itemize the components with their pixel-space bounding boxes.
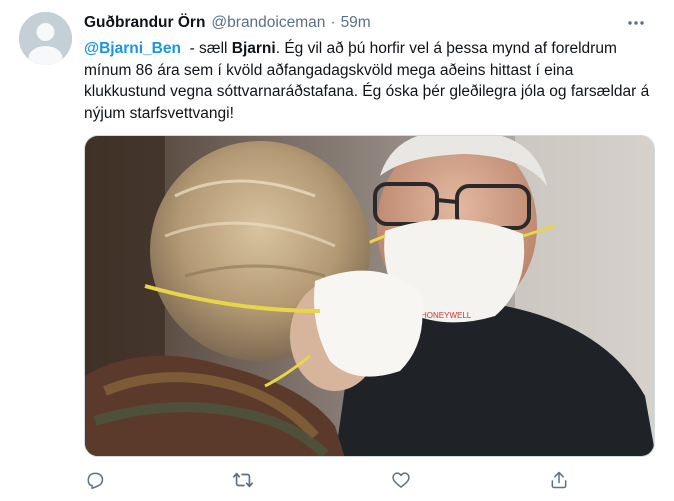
tweet-actions — [84, 468, 654, 492]
tweet-text-bold: Bjarni — [231, 40, 276, 57]
mask-print: HONEYWELL — [421, 311, 472, 320]
like-button[interactable] — [389, 468, 413, 492]
tweet-text: @Bjarni_Ben - sæll Bjarni. Ég vil að þú … — [84, 38, 654, 124]
avatar[interactable] — [19, 12, 72, 65]
display-name[interactable]: Guðbrandur Örn — [84, 14, 205, 32]
user-handle[interactable]: @brandoiceman — [211, 14, 325, 32]
share-icon — [551, 471, 567, 489]
tweet-header: Guðbrandur Örn @brandoiceman · 59m — [84, 12, 371, 34]
tweet[interactable]: Guðbrandur Örn @brandoiceman · 59m @Bjar… — [0, 0, 674, 501]
mention-link[interactable]: @Bjarni_Ben — [84, 40, 181, 57]
tweet-photo[interactable]: HONEYWELL — [84, 135, 655, 457]
reply-button[interactable] — [83, 468, 107, 492]
share-button[interactable] — [547, 468, 571, 492]
photo-illustration: HONEYWELL — [85, 136, 654, 456]
default-profile-icon — [19, 12, 72, 65]
separator-dot: · — [330, 14, 336, 31]
more-icon — [628, 21, 644, 25]
reply-icon — [87, 472, 104, 490]
more-options-button[interactable] — [626, 13, 646, 33]
timestamp[interactable]: 59m — [341, 14, 371, 32]
retweet-icon — [233, 472, 253, 488]
heart-icon — [392, 472, 410, 488]
retweet-button[interactable] — [231, 468, 255, 492]
tweet-text-part: - sæll — [180, 40, 232, 57]
